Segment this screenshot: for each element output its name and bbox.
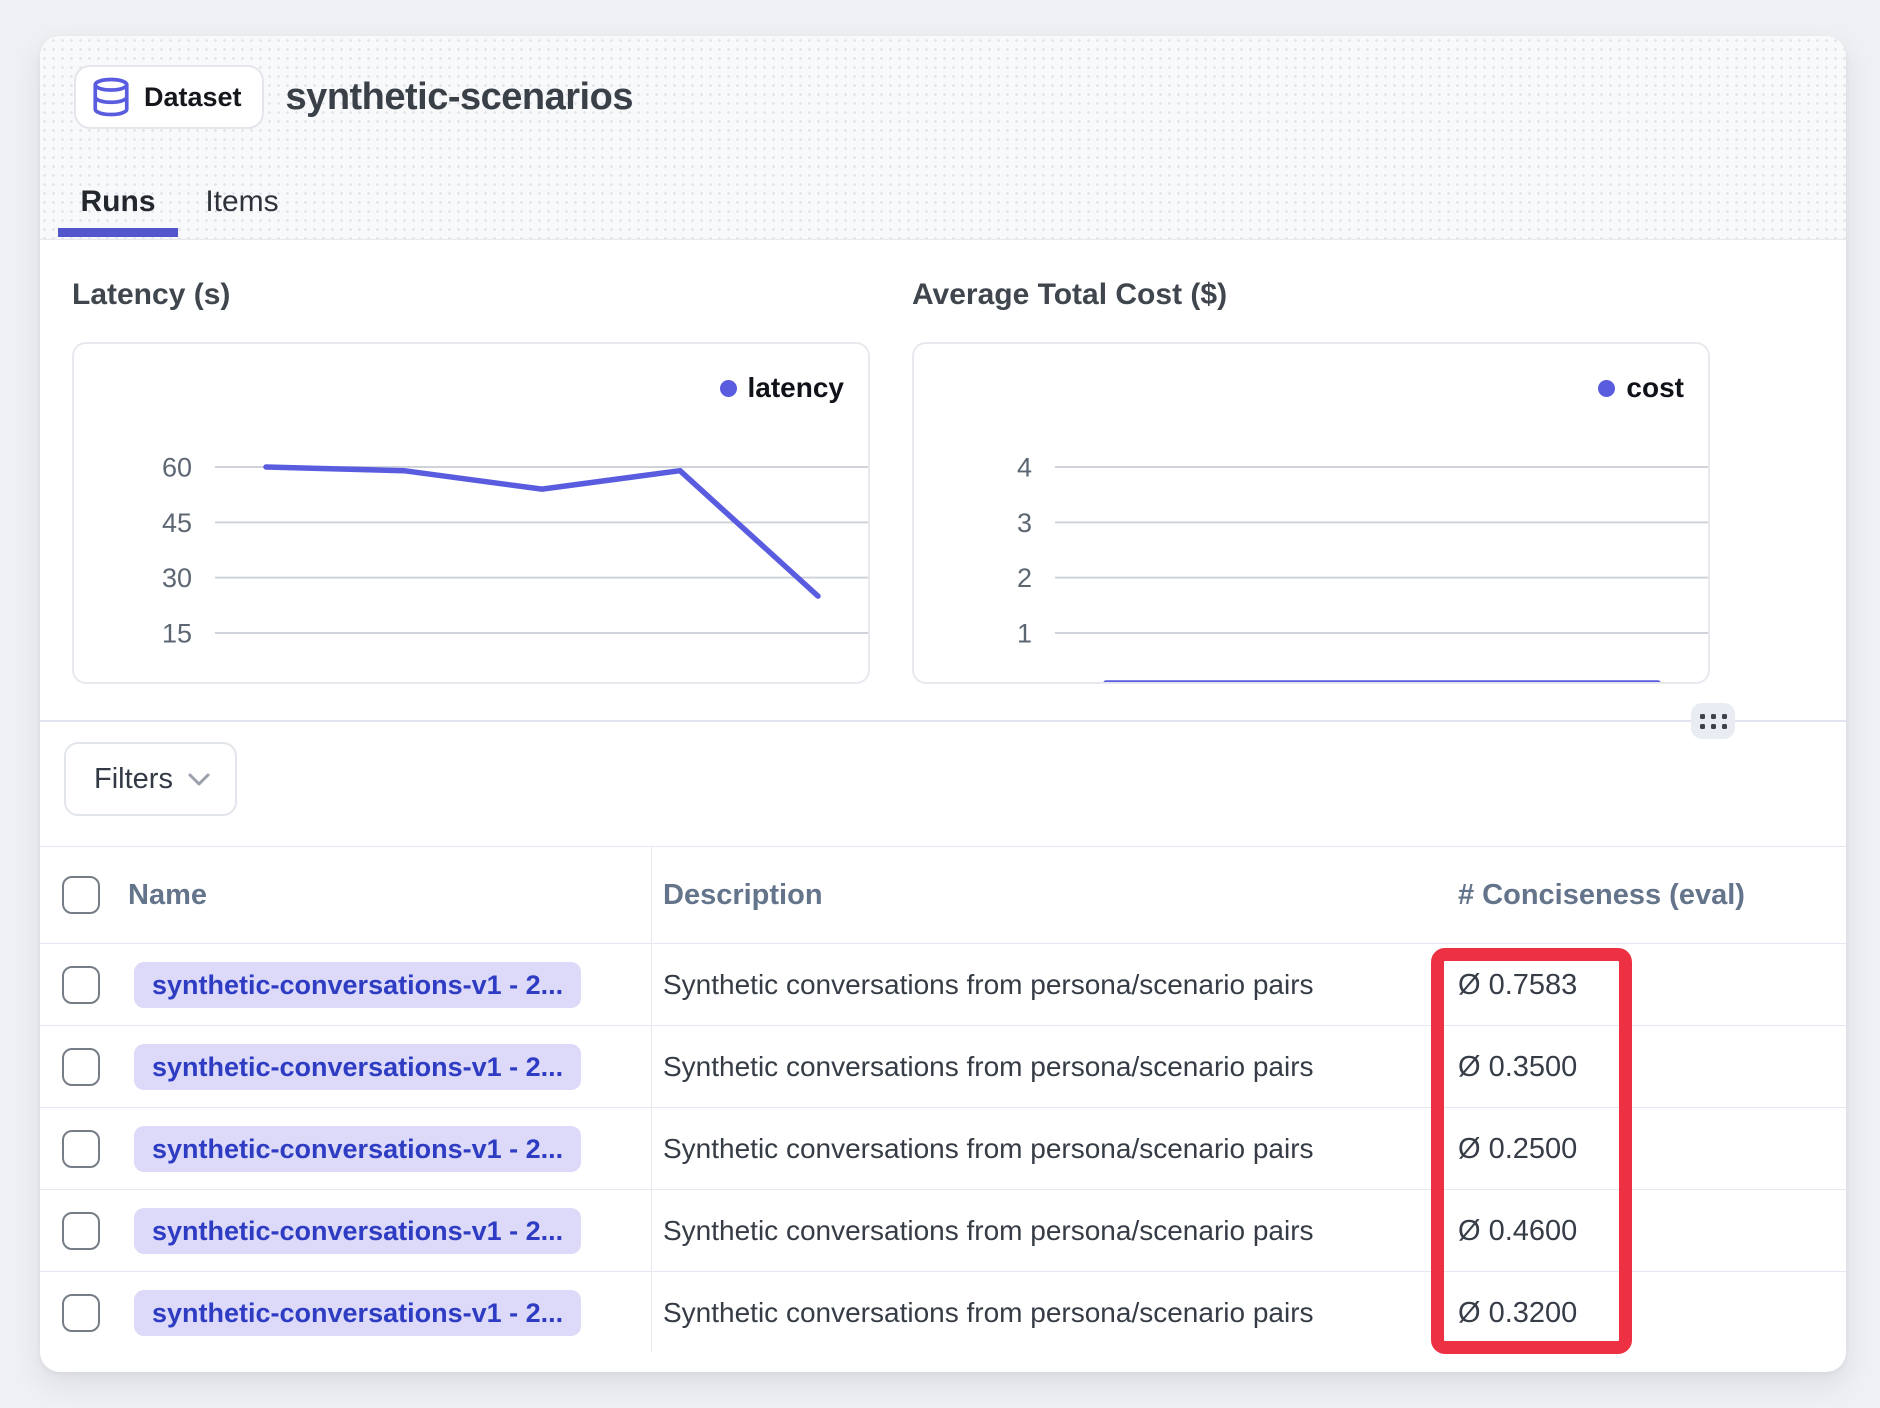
table-row[interactable]: synthetic-conversations-v1 - 2... Synthe…: [40, 1025, 1846, 1107]
cost-chart-card: 1 2 3 4 cost: [912, 342, 1710, 684]
column-separator: [651, 846, 652, 1352]
select-all-checkbox[interactable]: [62, 876, 100, 914]
filters-button-label: Filters: [94, 763, 173, 796]
chevron-down-icon: [187, 772, 211, 787]
database-icon: [90, 75, 132, 119]
conciseness-value: Ø 0.3500: [1458, 1026, 1577, 1108]
table-body: synthetic-conversations-v1 - 2... Synthe…: [40, 943, 1846, 1353]
run-description: Synthetic conversations from persona/sce…: [663, 1190, 1314, 1272]
run-name-chip[interactable]: synthetic-conversations-v1 - 2...: [134, 1290, 581, 1336]
svg-text:3: 3: [1017, 508, 1032, 538]
column-header-description: Description: [663, 847, 823, 943]
conciseness-value: Ø 0.4600: [1458, 1190, 1577, 1272]
run-name-chip[interactable]: synthetic-conversations-v1 - 2...: [134, 962, 581, 1008]
run-description: Synthetic conversations from persona/sce…: [663, 944, 1314, 1026]
latency-legend-dot-icon: [720, 380, 737, 397]
resize-grip-icon[interactable]: [1691, 703, 1735, 739]
badge-row: Dataset synthetic-scenarios: [74, 64, 633, 130]
table-row[interactable]: synthetic-conversations-v1 - 2... Synthe…: [40, 943, 1846, 1025]
svg-text:2: 2: [1017, 563, 1032, 593]
card-header: Dataset synthetic-scenarios Runs Items: [40, 36, 1846, 240]
row-checkbox[interactable]: [62, 1294, 100, 1332]
filters-button[interactable]: Filters: [64, 742, 237, 816]
cost-legend-dot-icon: [1598, 380, 1615, 397]
column-header-name: Name: [128, 847, 207, 943]
row-checkbox[interactable]: [62, 966, 100, 1004]
latency-legend-label: latency: [748, 372, 845, 404]
run-description: Synthetic conversations from persona/sce…: [663, 1026, 1314, 1108]
svg-text:1: 1: [1017, 619, 1032, 649]
cost-legend: cost: [1598, 372, 1684, 404]
svg-text:15: 15: [162, 619, 192, 649]
conciseness-value: Ø 0.2500: [1458, 1108, 1577, 1190]
column-header-conciseness: # Conciseness (eval): [1458, 847, 1745, 943]
latency-legend: latency: [720, 372, 845, 404]
cost-legend-label: cost: [1626, 372, 1684, 404]
table-row[interactable]: synthetic-conversations-v1 - 2... Synthe…: [40, 1189, 1846, 1271]
tab-runs[interactable]: Runs: [58, 165, 178, 239]
svg-text:45: 45: [162, 508, 192, 538]
run-name-chip[interactable]: synthetic-conversations-v1 - 2...: [134, 1044, 581, 1090]
latency-chart-title: Latency (s): [72, 278, 230, 312]
section-divider: [40, 720, 1846, 722]
conciseness-value: Ø 0.7583: [1458, 944, 1577, 1026]
dataset-card: Dataset synthetic-scenarios Runs Items L…: [40, 36, 1846, 1372]
latency-chart-card: 15 30 45 60 latency: [72, 342, 870, 684]
runs-table: Name Description # Conciseness (eval) sy…: [40, 846, 1846, 1353]
page-background: { "header": { "badge_label": "Dataset", …: [0, 0, 1880, 1408]
run-name-chip[interactable]: synthetic-conversations-v1 - 2...: [134, 1208, 581, 1254]
tab-bar: Runs Items: [58, 165, 286, 239]
svg-text:60: 60: [162, 453, 192, 483]
conciseness-value: Ø 0.3200: [1458, 1272, 1577, 1354]
badge-label: Dataset: [144, 82, 242, 113]
dataset-badge: Dataset: [74, 65, 264, 129]
svg-text:4: 4: [1017, 453, 1032, 483]
page-title: synthetic-scenarios: [286, 76, 633, 119]
table-row[interactable]: synthetic-conversations-v1 - 2... Synthe…: [40, 1271, 1846, 1353]
run-description: Synthetic conversations from persona/sce…: [663, 1108, 1314, 1190]
table-header-row: Name Description # Conciseness (eval): [40, 847, 1846, 943]
row-checkbox[interactable]: [62, 1212, 100, 1250]
svg-text:30: 30: [162, 563, 192, 593]
tab-items[interactable]: Items: [198, 165, 286, 239]
run-name-chip[interactable]: synthetic-conversations-v1 - 2...: [134, 1126, 581, 1172]
run-description: Synthetic conversations from persona/sce…: [663, 1272, 1314, 1354]
table-row[interactable]: synthetic-conversations-v1 - 2... Synthe…: [40, 1107, 1846, 1189]
row-checkbox[interactable]: [62, 1048, 100, 1086]
cost-chart-title: Average Total Cost ($): [912, 278, 1227, 312]
cost-chart-plot: 1 2 3 4: [914, 344, 1710, 684]
row-checkbox[interactable]: [62, 1130, 100, 1168]
